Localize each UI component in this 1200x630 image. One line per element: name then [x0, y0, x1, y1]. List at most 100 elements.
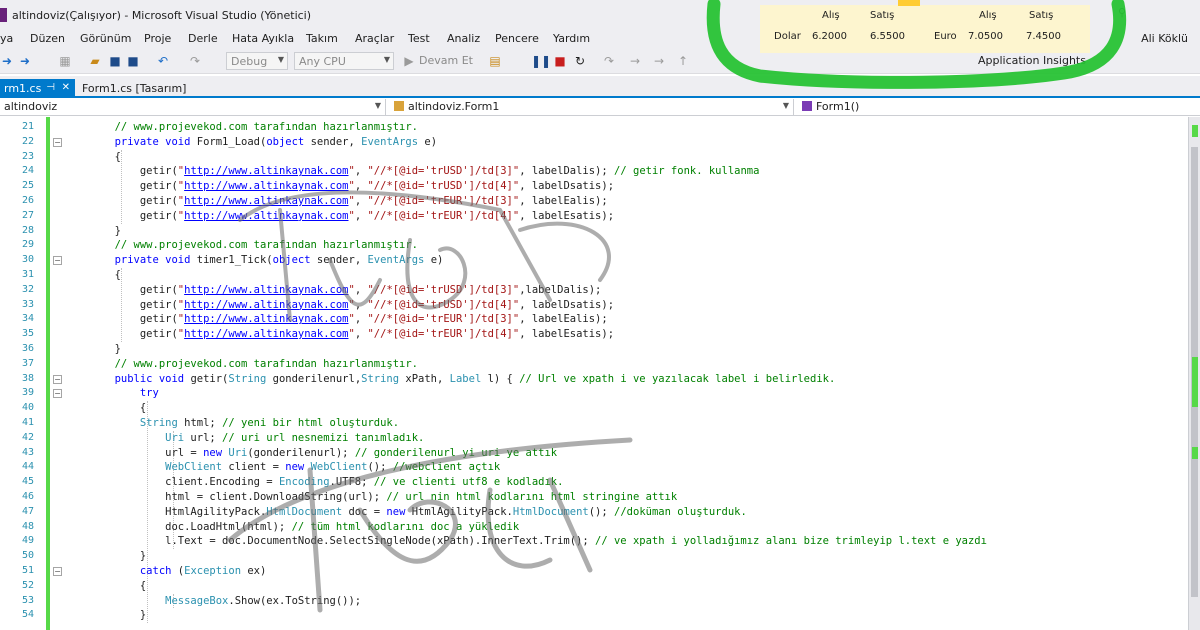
- tab-form1-cs[interactable]: rm1.cs ⊣ ✕: [0, 79, 75, 98]
- code-line[interactable]: catch (Exception ex): [64, 564, 266, 579]
- code-line[interactable]: getir("http://www.altinkaynak.com", "//*…: [64, 283, 602, 298]
- solution-configuration-select[interactable]: Debug ▼: [226, 52, 288, 70]
- code-editor[interactable]: 21 22 23 24 25 26 27 28 29 30 31 32 33 34 35 36 37 38 39 40…: [0, 117, 1188, 630]
- code-line[interactable]: html = client.DownloadString(url); // ur…: [64, 490, 677, 505]
- project-select[interactable]: altindoviz ▼: [0, 99, 386, 115]
- menu-file[interactable]: ya: [0, 32, 13, 45]
- code-line[interactable]: public void getir(String gonderilenurl,S…: [64, 372, 836, 387]
- code-line[interactable]: {: [64, 268, 121, 283]
- menu-project[interactable]: Proje: [144, 32, 171, 45]
- code-line[interactable]: {: [64, 401, 146, 416]
- code-line[interactable]: getir("http://www.altinkaynak.com", "//*…: [64, 179, 614, 194]
- code-line[interactable]: doc.LoadHtml(html); // tüm html kodların…: [64, 520, 519, 535]
- code-line[interactable]: getir("http://www.altinkaynak.com", "//*…: [64, 194, 608, 209]
- collapse-icon[interactable]: −: [53, 374, 62, 384]
- code-line[interactable]: }: [64, 224, 121, 239]
- code-token: WebClient: [64, 461, 223, 474]
- menu-window[interactable]: Pencere: [495, 32, 539, 45]
- open-file-icon[interactable]: ▰: [88, 54, 102, 68]
- menu-edit[interactable]: Düzen: [30, 32, 65, 45]
- break-all-icon[interactable]: ❚❚: [531, 54, 551, 68]
- save-icon[interactable]: ■: [108, 54, 122, 68]
- window-title: altindoviz(Çalışıyor) - Microsoft Visual…: [12, 9, 312, 22]
- undo-icon[interactable]: ↶: [156, 54, 170, 68]
- continue-button[interactable]: Devam Et: [419, 54, 473, 67]
- code-line[interactable]: // www.projevekod.com tarafından hazırla…: [64, 238, 418, 253]
- application-insights-button[interactable]: Application Insights: [978, 54, 1086, 67]
- vertical-scrollbar[interactable]: [1188, 117, 1200, 630]
- code-line[interactable]: // www.projevekod.com tarafından hazırla…: [64, 120, 418, 135]
- code-line[interactable]: getir("http://www.altinkaynak.com", "//*…: [64, 298, 614, 313]
- change-marker: [1192, 447, 1198, 459]
- menu-analyze[interactable]: Analiz: [447, 32, 480, 45]
- code-token: HtmlDocument: [266, 505, 343, 518]
- navigate-forward-icon[interactable]: ➜: [18, 54, 32, 68]
- code-line[interactable]: MessageBox.Show(ex.ToString());: [64, 594, 361, 609]
- code-line[interactable]: {: [64, 150, 121, 165]
- code-token: Exception: [184, 565, 242, 577]
- code-line[interactable]: HtmlAgilityPack.HtmlDocument doc = new H…: [64, 505, 747, 520]
- menu-help[interactable]: Yardım: [553, 32, 590, 45]
- code-line[interactable]: }: [64, 342, 121, 357]
- code-line[interactable]: try: [64, 386, 159, 401]
- collapse-icon[interactable]: −: [53, 567, 62, 576]
- step-over-icon[interactable]: →: [652, 54, 666, 68]
- code-token: {: [64, 269, 121, 281]
- code-line[interactable]: private void timer1_Tick(object sender, …: [64, 253, 444, 268]
- collapse-icon[interactable]: −: [53, 137, 62, 147]
- save-all-icon[interactable]: ■: [126, 54, 140, 68]
- stop-debugging-icon[interactable]: ■: [553, 54, 567, 68]
- line-number: 48: [21, 520, 34, 532]
- code-line[interactable]: String html; // yeni bir html oluşturduk…: [64, 416, 399, 431]
- code-line[interactable]: l.Text = doc.DocumentNode.SelectSingleNo…: [64, 534, 987, 549]
- code-token: (gonderilenurl);: [247, 446, 355, 459]
- step-icon[interactable]: ↷: [602, 54, 616, 68]
- code-line[interactable]: getir("http://www.altinkaynak.com", "//*…: [64, 164, 760, 179]
- collapse-icon[interactable]: −: [53, 256, 62, 266]
- play-icon[interactable]: ▶: [402, 54, 416, 68]
- step-out-icon[interactable]: ↑: [676, 54, 690, 68]
- code-token: http://www.altinkaynak.com: [184, 283, 349, 296]
- class-select[interactable]: altindoviz.Form1 ▼: [390, 99, 794, 115]
- code-line[interactable]: }: [64, 608, 146, 623]
- line-number: 24: [21, 165, 34, 177]
- collapse-icon[interactable]: −: [53, 389, 62, 399]
- code-token: ex): [241, 565, 267, 577]
- diagnostics-icon[interactable]: ▤: [488, 54, 502, 68]
- menu-tools[interactable]: Araçlar: [355, 32, 394, 45]
- code-line[interactable]: WebClient client = new WebClient(); //we…: [64, 460, 500, 475]
- code-line[interactable]: private void Form1_Load(object sender, E…: [64, 135, 437, 150]
- code-token: getir(: [64, 195, 178, 207]
- new-project-icon[interactable]: ▦: [58, 54, 72, 68]
- close-icon[interactable]: ✕: [62, 82, 70, 93]
- menu-build[interactable]: Derle: [188, 32, 218, 45]
- solution-platform-select[interactable]: Any CPU ▼: [294, 52, 394, 70]
- step-into-icon[interactable]: →: [628, 54, 642, 68]
- code-line[interactable]: Uri url; // uri url nesnemizi tanımladık…: [64, 431, 424, 446]
- pin-icon[interactable]: ⊣: [46, 82, 55, 93]
- code-line[interactable]: }: [64, 549, 146, 564]
- menu-test[interactable]: Test: [408, 32, 430, 45]
- code-line[interactable]: client.Encoding = Encoding.UTF8; // ve c…: [64, 475, 563, 490]
- code-token: gonderilenurl,: [266, 372, 362, 385]
- code-line[interactable]: // www.projevekod.com tarafından hazırla…: [64, 357, 418, 372]
- restart-icon[interactable]: ↻: [573, 54, 587, 68]
- redo-icon[interactable]: ↷: [188, 54, 202, 68]
- code-line[interactable]: {: [64, 579, 146, 594]
- tab-form1-design[interactable]: Form1.cs [Tasarım]: [82, 82, 186, 95]
- menu-team[interactable]: Takım: [306, 32, 338, 45]
- user-account[interactable]: Ali Köklü: [1141, 32, 1188, 45]
- code-token: "//*[@id='trEUR']/td[3]": [367, 313, 520, 326]
- menu-view[interactable]: Görünüm: [80, 32, 131, 45]
- line-number: 33: [21, 298, 34, 310]
- code-line[interactable]: getir("http://www.altinkaynak.com", "//*…: [64, 312, 608, 327]
- code-line[interactable]: url = new Uri(gonderilenurl); // gonderi…: [64, 446, 557, 461]
- code-line[interactable]: getir("http://www.altinkaynak.com", "//*…: [64, 209, 614, 224]
- menu-debug[interactable]: Hata Ayıkla: [232, 32, 294, 45]
- code-line[interactable]: getir("http://www.altinkaynak.com", "//*…: [64, 327, 614, 342]
- search-icon[interactable]: ⚲: [1118, 6, 1126, 19]
- code-token: String: [361, 372, 400, 385]
- code-text-area[interactable]: // www.projevekod.com tarafından hazırla…: [64, 117, 1184, 630]
- member-select[interactable]: Form1(): [798, 99, 1200, 115]
- navigate-back-icon[interactable]: ➜: [0, 54, 14, 68]
